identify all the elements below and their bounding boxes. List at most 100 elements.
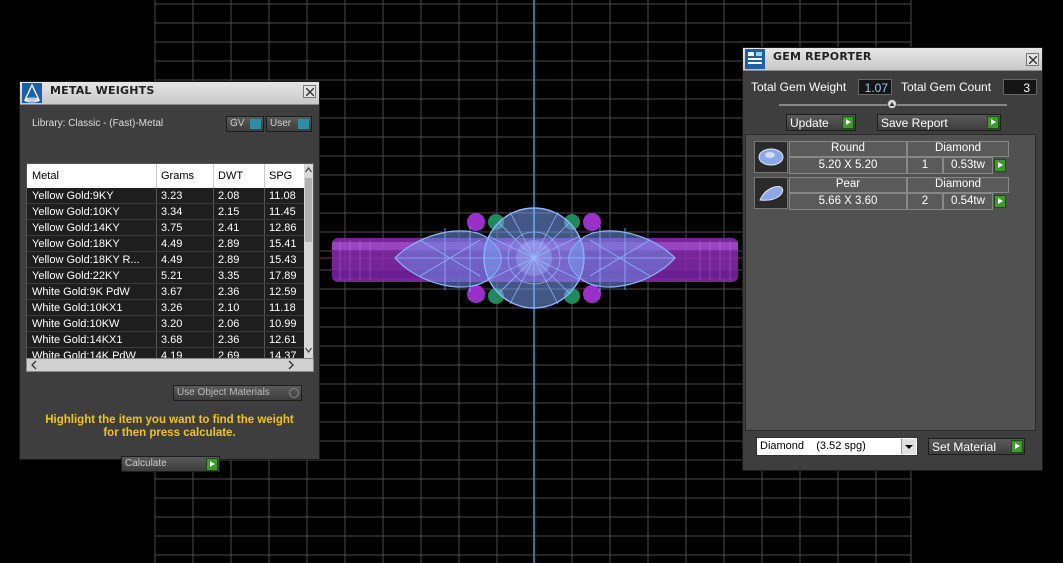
- material-select[interactable]: Diamond (3.52 spg): [756, 437, 918, 456]
- toggle-indicator-icon: [250, 119, 261, 129]
- close-button[interactable]: [1026, 53, 1039, 66]
- metal-table[interactable]: Metal Grams DWT SPG Yellow Gold:9KY 3.23 2…: [26, 163, 314, 359]
- library-label: Library: Classic - (Fast)-Metal: [32, 118, 164, 129]
- total-gem-count-field: 3: [1003, 79, 1037, 95]
- dwt-cell: 3.35: [218, 270, 240, 282]
- gem-material-cell: Diamond: [907, 141, 1009, 157]
- spg-cell: 11.45: [269, 206, 296, 218]
- slider-handle[interactable]: [887, 99, 897, 109]
- table-row[interactable]: Yellow Gold:10KY 3.34 2.15 11.45: [27, 204, 306, 220]
- grams-cell: 3.23: [161, 190, 183, 202]
- table-row[interactable]: White Gold:9K PdW 3.67 2.36 12.59: [27, 284, 306, 300]
- user-toggle[interactable]: User: [266, 116, 312, 132]
- table-row[interactable]: White Gold:10KW 3.20 2.06 10.99: [27, 316, 306, 332]
- grams-cell: 3.20: [161, 318, 183, 330]
- gem-reporter-panel: GEM REPORTER Total Gem Weight 1.07 Total…: [742, 47, 1043, 471]
- play-arrow-icon[interactable]: [994, 195, 1006, 208]
- vertical-scrollbar[interactable]: [304, 164, 313, 358]
- table-row[interactable]: White Gold:14KX1 3.68 2.36 12.61: [27, 332, 306, 348]
- dwt-cell: 2.36: [218, 334, 240, 346]
- update-button[interactable]: Update: [786, 114, 856, 131]
- dwt-cell: 2.41: [218, 222, 240, 234]
- gem-weight-cell: 0.53tw: [943, 157, 993, 174]
- column-header-metal[interactable]: Metal: [32, 170, 59, 182]
- gem-weight-cell: 0.54tw: [943, 193, 993, 210]
- metal-weights-titlebar[interactable]: METAL WEIGHTS: [20, 82, 319, 105]
- spg-cell: 11.18: [269, 302, 296, 314]
- play-arrow-icon: [1011, 440, 1023, 453]
- gem-list[interactable]: Round Diamond 5.20 X 5.20 1 0.53tw Pear Diamon…: [745, 134, 1036, 431]
- gem-count-cell: 1: [907, 157, 943, 174]
- total-gem-weight-label: Total Gem Weight: [751, 80, 847, 94]
- spg-cell: 10.99: [269, 318, 297, 330]
- spg-cell: 15.43: [269, 254, 297, 266]
- total-gem-count-label: Total Gem Count: [901, 80, 992, 94]
- spg-cell: 12.86: [269, 222, 297, 234]
- grams-cell: 3.26: [161, 302, 183, 314]
- metal-cell: White Gold:10KX1: [32, 302, 123, 314]
- gem-count-cell: 2: [907, 193, 943, 210]
- dwt-cell: 2.06: [218, 318, 240, 330]
- gem-size-cell: 5.66 X 3.60: [789, 193, 907, 210]
- table-row[interactable]: Yellow Gold:22KY 5.21 3.35 17.89: [27, 268, 306, 284]
- metal-cell: White Gold:9K PdW: [32, 286, 130, 298]
- table-row[interactable]: Yellow Gold:18KY R... 4.49 2.89 15.43: [27, 252, 306, 268]
- pear-gem-icon: [754, 177, 788, 209]
- table-row[interactable]: Yellow Gold:9KY 3.23 2.08 11.08: [27, 188, 306, 204]
- panel-title: METAL WEIGHTS: [50, 84, 155, 97]
- use-object-materials-checkbox[interactable]: Use Object Materials: [173, 385, 302, 401]
- gv-toggle[interactable]: GV: [226, 116, 264, 132]
- scroll-down-icon: [305, 347, 312, 353]
- table-row[interactable]: White Gold:10KX1 3.26 2.10 11.18: [27, 300, 306, 316]
- dwt-cell: 2.08: [218, 190, 240, 202]
- save-report-button[interactable]: Save Report: [877, 114, 1001, 131]
- metal-cell: White Gold:10KW: [32, 318, 120, 330]
- spg-cell: 12.59: [269, 286, 297, 298]
- grams-cell: 4.49: [161, 238, 183, 250]
- metal-cell: Yellow Gold:9KY: [32, 190, 114, 202]
- instruction-line-1: Highlight the item you want to find the …: [45, 414, 294, 426]
- grams-cell: 3.34: [161, 206, 183, 218]
- play-arrow-icon: [987, 116, 999, 129]
- spg-cell: 17.89: [269, 270, 297, 282]
- round-gem-icon: [754, 141, 788, 173]
- table-row[interactable]: Yellow Gold:14KY 3.75 2.41 12.86: [27, 220, 306, 236]
- metal-cell: White Gold:14KX1: [32, 334, 123, 346]
- round-gem-center: [483, 207, 585, 309]
- spg-cell: 15.41: [269, 238, 297, 250]
- scrollbar-thumb[interactable]: [305, 178, 312, 242]
- instruction-line-2: for then press calculate.: [103, 427, 236, 439]
- horizontal-scrollbar[interactable]: [26, 358, 314, 372]
- close-button[interactable]: [303, 85, 316, 98]
- dwt-cell: 2.10: [218, 302, 240, 314]
- scroll-left-icon: [31, 360, 37, 370]
- grams-cell: 4.49: [161, 254, 183, 266]
- gem-row[interactable]: Round Diamond 5.20 X 5.20 1 0.53tw: [754, 141, 1011, 175]
- calculate-button[interactable]: Calculate: [121, 456, 220, 472]
- dwt-cell: 2.15: [218, 206, 240, 218]
- gem-row[interactable]: Pear Diamond 5.66 X 3.60 2 0.54tw: [754, 177, 1011, 211]
- column-header-dwt[interactable]: DWT: [218, 170, 243, 182]
- column-header-spg[interactable]: SPG: [269, 170, 292, 182]
- grams-cell: 3.67: [161, 286, 183, 298]
- grams-cell: 3.75: [161, 222, 183, 234]
- column-header-grams[interactable]: Grams: [161, 170, 194, 182]
- chevron-down-icon: [901, 439, 916, 454]
- gem-size-cell: 5.20 X 5.20: [789, 157, 907, 174]
- table-row[interactable]: Yellow Gold:18KY 4.49 2.89 15.41: [27, 236, 306, 252]
- grams-cell: 5.21: [161, 270, 183, 282]
- gem-reporter-titlebar[interactable]: GEM REPORTER: [743, 48, 1042, 71]
- play-arrow-icon: [206, 458, 218, 471]
- metal-cell: Yellow Gold:18KY: [32, 238, 120, 250]
- checkbox-icon: [289, 388, 299, 398]
- metal-cell: Yellow Gold:22KY: [32, 270, 120, 282]
- play-arrow-icon[interactable]: [994, 159, 1006, 172]
- gem-shape-cell: Round: [789, 141, 907, 157]
- report-icon: [745, 49, 765, 69]
- toggle-indicator-icon: [298, 119, 309, 129]
- set-material-button[interactable]: Set Material: [928, 438, 1025, 455]
- dwt-cell: 2.89: [218, 238, 240, 250]
- gem-material-cell: Diamond: [907, 177, 1009, 193]
- dwt-cell: 2.36: [218, 286, 240, 298]
- total-gem-weight-field: 1.07: [858, 79, 892, 95]
